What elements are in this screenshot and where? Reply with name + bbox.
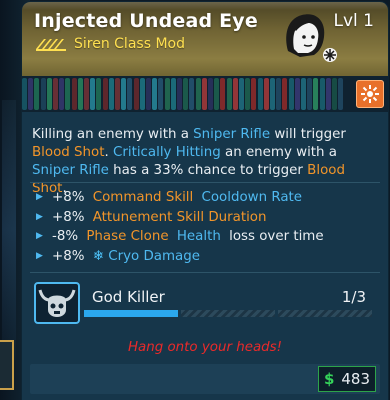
- skill-point-empty: [181, 310, 275, 317]
- strip-bar: [276, 78, 282, 110]
- strip-bar: [270, 78, 275, 110]
- strip-bar: [208, 78, 213, 110]
- strip-bar: [133, 78, 139, 110]
- skill-point-filled: [84, 310, 178, 317]
- strip-bar: [164, 78, 170, 110]
- skill-point-empty: [278, 310, 372, 317]
- strip-bar: [77, 78, 83, 110]
- skill-row[interactable]: God Killer 1/3: [30, 280, 380, 334]
- divider: [30, 272, 380, 273]
- rarity-row: Siren Class Mod: [36, 36, 185, 52]
- caret-icon: ▶: [36, 231, 43, 241]
- strip-bar: [325, 78, 331, 110]
- background-glow: [2, 100, 16, 360]
- price-tag: $ 483: [318, 366, 376, 392]
- strip-bar: [146, 78, 151, 110]
- item-card: Injected Undead Eye Lvl 1 Siren Class Mo…: [22, 2, 388, 400]
- item-anointment-strip: [22, 76, 388, 112]
- strip-bar: [40, 78, 46, 110]
- flavor-text: Hang onto your heads!: [127, 340, 283, 355]
- strip-bar: [245, 78, 251, 110]
- strip-bar: [307, 78, 313, 110]
- strip-bar: [332, 78, 337, 110]
- horned-skull-icon: [38, 289, 76, 317]
- strip-bar: [28, 78, 34, 110]
- fire-burst-icon: [361, 85, 379, 103]
- strip-bar: [115, 78, 120, 110]
- item-name: Injected Undead Eye: [34, 10, 258, 32]
- caret-icon: ▶: [36, 250, 43, 261]
- strip-bar: [257, 78, 263, 110]
- item-footer: $ 483: [30, 364, 380, 394]
- strip-bar: [71, 78, 77, 110]
- strip-bar: [59, 78, 65, 110]
- strip-bar: [294, 78, 300, 110]
- bonus-item: ▶ +8% Command Skill Cooldown Rate: [32, 188, 382, 208]
- strip-bar: [251, 78, 257, 110]
- caret-icon: ▶: [36, 192, 43, 202]
- skill-points: 1/3: [341, 288, 366, 306]
- strip-bar: [239, 78, 244, 110]
- price-amount: 483: [341, 370, 371, 388]
- class-mod-label: Siren Class Mod: [74, 36, 185, 52]
- strip-bar: [282, 78, 288, 110]
- strip-bar: [183, 78, 189, 110]
- strip-bar: [170, 78, 176, 110]
- strip-bar: [22, 78, 27, 110]
- strip-bar: [201, 78, 207, 110]
- strip-bar: [319, 78, 325, 110]
- currency-icon: $: [323, 370, 335, 388]
- inventory-slot-edge[interactable]: [0, 340, 14, 390]
- strip-bar: [220, 78, 226, 110]
- strip-bars: [22, 78, 344, 110]
- strip-bar: [102, 78, 108, 110]
- divider: [30, 182, 380, 183]
- skill-points-bar: [84, 310, 372, 317]
- strip-bar: [152, 78, 158, 110]
- strip-bar: [232, 78, 238, 110]
- strip-bar: [139, 78, 145, 110]
- rarity-chevrons-icon: [36, 39, 66, 51]
- strip-bar: [195, 78, 201, 110]
- keyword-critically-hitting: Critically Hitting: [113, 145, 221, 160]
- keyword-sniper-rifle: Sniper Rifle: [193, 127, 271, 142]
- element-badge: [356, 80, 384, 108]
- strip-bar: [288, 78, 294, 110]
- strip-bar: [127, 78, 133, 110]
- caret-icon: ▶: [36, 211, 43, 222]
- skill-name: God Killer: [92, 288, 165, 306]
- item-header: Injected Undead Eye Lvl 1 Siren Class Mo…: [22, 2, 388, 78]
- siren-portrait-icon: [286, 14, 337, 62]
- strip-bar: [214, 78, 220, 110]
- strip-bar: [121, 78, 127, 110]
- strip-bar: [189, 78, 195, 110]
- strip-bar: [177, 78, 182, 110]
- strip-bar: [108, 78, 114, 110]
- strip-bar: [34, 78, 40, 110]
- strip-bar: [46, 78, 52, 110]
- strip-bar: [301, 78, 306, 110]
- strip-bar: [90, 78, 96, 110]
- strip-bar: [263, 78, 269, 110]
- strip-bar: [226, 78, 232, 110]
- strip-bar: [338, 78, 344, 110]
- bonus-item: ▶ +8% Attunement Skill Duration: [32, 208, 382, 228]
- skill-icon-frame: [34, 282, 80, 324]
- bonus-list: ▶ +8% Command Skill Cooldown Rate ▶ +8% …: [32, 188, 382, 266]
- strip-bar: [313, 78, 319, 110]
- bonus-item: ▶ +8% ❄ Cryo Damage: [32, 247, 382, 267]
- strip-bar: [53, 78, 58, 110]
- keyword-sniper-rifle: Sniper Rifle: [32, 163, 109, 178]
- strip-bar: [158, 78, 164, 110]
- snowflake-icon: ❄: [92, 248, 104, 264]
- strip-bar: [65, 78, 71, 110]
- keyword-blood-shot: Blood Shot: [32, 145, 105, 160]
- strip-bar: [96, 78, 102, 110]
- bonus-item: ▶ -8% Phase Clone Health loss over time: [32, 227, 382, 247]
- strip-bar: [84, 78, 89, 110]
